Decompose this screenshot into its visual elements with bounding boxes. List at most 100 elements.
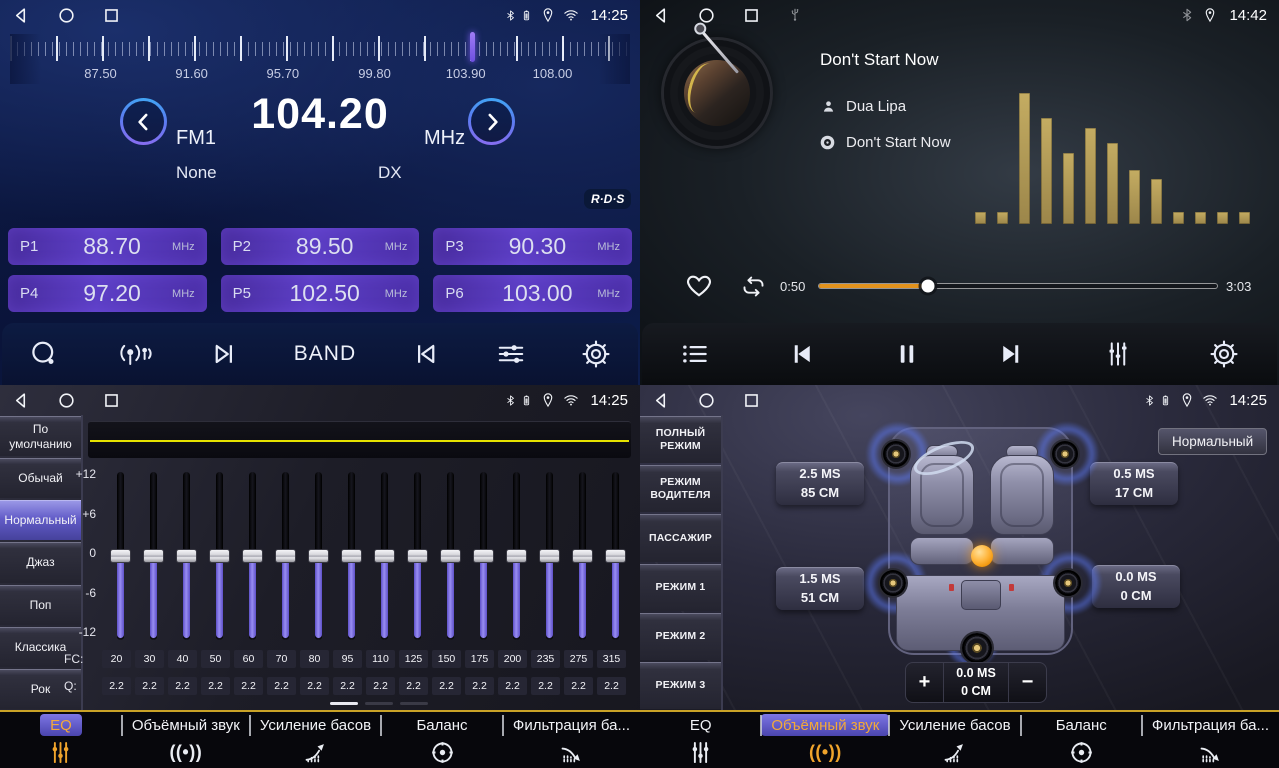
seek-up-button[interactable] <box>468 98 515 145</box>
eq-band-slider[interactable] <box>609 472 622 640</box>
previous-track-button[interactable] <box>786 339 816 369</box>
surround-preset-button[interactable]: Нормальный <box>1158 428 1267 455</box>
tab-balance[interactable]: Баланс <box>1021 712 1142 768</box>
eq-band-slider[interactable] <box>378 472 391 640</box>
eq-slider-thumb[interactable] <box>242 549 263 563</box>
eq-band-slider[interactable] <box>114 472 127 640</box>
settings-button[interactable] <box>1209 339 1239 369</box>
eq-slider-thumb[interactable] <box>341 549 362 563</box>
preset-p2[interactable]: P289.50MHz <box>221 228 420 265</box>
tab-eq[interactable]: EQ <box>640 712 761 768</box>
eq-band-slider[interactable] <box>345 472 358 640</box>
eq-sliders-button[interactable] <box>1103 339 1133 369</box>
mode-3[interactable]: РЕЖИМ 3 <box>640 662 721 709</box>
nav-home-button[interactable] <box>57 6 76 25</box>
nav-back-button[interactable] <box>12 391 31 410</box>
eq-slider-thumb[interactable] <box>440 549 461 563</box>
previous-station-button[interactable] <box>209 339 239 369</box>
fc-value[interactable]: 125 <box>399 650 428 668</box>
fc-value[interactable]: 30 <box>135 650 164 668</box>
eq-band-slider[interactable] <box>279 472 292 640</box>
next-station-button[interactable] <box>411 339 441 369</box>
eq-band-slider[interactable] <box>543 472 556 640</box>
fc-value[interactable]: 150 <box>432 650 461 668</box>
delay-increase-button[interactable]: + <box>906 663 943 702</box>
q-value[interactable]: 2.2 <box>102 677 131 695</box>
tab-eq[interactable]: EQ <box>0 712 122 768</box>
nav-home-button[interactable] <box>697 391 716 410</box>
progress-bar[interactable] <box>818 283 1218 289</box>
nav-recents-button[interactable] <box>102 391 121 410</box>
eq-slider-thumb[interactable] <box>605 549 626 563</box>
nav-back-button[interactable] <box>12 6 31 25</box>
fc-value[interactable]: 60 <box>234 650 263 668</box>
eq-slider-thumb[interactable] <box>506 549 527 563</box>
eq-slider-thumb[interactable] <box>374 549 395 563</box>
fc-value[interactable]: 95 <box>333 650 362 668</box>
eq-band-slider[interactable] <box>444 472 457 640</box>
tuner-dial[interactable]: 87.50 91.60 95.70 99.80 103.90 108.00 <box>10 34 630 84</box>
q-value[interactable]: 2.2 <box>366 677 395 695</box>
eq-band-slider[interactable] <box>477 472 490 640</box>
fc-value[interactable]: 50 <box>201 650 230 668</box>
band-button[interactable]: BAND <box>294 342 356 366</box>
q-value[interactable]: 2.2 <box>201 677 230 695</box>
eq-band-slider[interactable] <box>576 472 589 640</box>
broadcast-button[interactable] <box>114 339 154 369</box>
fc-value[interactable]: 20 <box>102 650 131 668</box>
listening-position-marker[interactable] <box>971 545 993 567</box>
q-value[interactable]: 2.2 <box>135 677 164 695</box>
preset-p3[interactable]: P390.30MHz <box>433 228 632 265</box>
band-scroll-indicator[interactable] <box>330 702 428 705</box>
fc-value[interactable]: 70 <box>267 650 296 668</box>
fc-value[interactable]: 275 <box>564 650 593 668</box>
preset-p4[interactable]: P497.20MHz <box>8 275 207 312</box>
mode-passenger[interactable]: ПАССАЖИР <box>640 514 721 561</box>
eq-slider-thumb[interactable] <box>572 549 593 563</box>
eq-slider-thumb[interactable] <box>308 549 329 563</box>
eq-slider-thumb[interactable] <box>176 549 197 563</box>
eq-slider-thumb[interactable] <box>110 549 131 563</box>
nav-recents-button[interactable] <box>742 391 761 410</box>
tab-filter[interactable]: Фильтрация ба... <box>1142 712 1279 768</box>
tab-surround[interactable]: Объёмный звук ((•)) <box>122 712 250 768</box>
fc-value[interactable]: 315 <box>597 650 626 668</box>
next-track-button[interactable] <box>997 339 1027 369</box>
q-value[interactable]: 2.2 <box>300 677 329 695</box>
nav-recents-button[interactable] <box>742 6 761 25</box>
eq-band-slider[interactable] <box>411 472 424 640</box>
delay-front-right[interactable]: 0.5 MS 17 CM <box>1090 462 1178 505</box>
eq-band-slider[interactable] <box>147 472 160 640</box>
nav-back-button[interactable] <box>652 391 671 410</box>
eq-band-slider[interactable] <box>312 472 325 640</box>
mode-2[interactable]: РЕЖИМ 2 <box>640 613 721 660</box>
eq-slider-thumb[interactable] <box>407 549 428 563</box>
q-value[interactable]: 2.2 <box>267 677 296 695</box>
q-value[interactable]: 2.2 <box>465 677 494 695</box>
q-value[interactable]: 2.2 <box>564 677 593 695</box>
scan-button[interactable] <box>29 339 59 369</box>
q-value[interactable]: 2.2 <box>432 677 461 695</box>
tab-balance[interactable]: Баланс <box>381 712 503 768</box>
pause-button[interactable] <box>892 339 922 369</box>
tab-bass-boost[interactable]: Усиление басов <box>250 712 381 768</box>
preset-p6[interactable]: P6103.00MHz <box>433 275 632 312</box>
nav-home-button[interactable] <box>57 391 76 410</box>
eq-slider-thumb[interactable] <box>275 549 296 563</box>
fc-value[interactable]: 40 <box>168 650 197 668</box>
nav-recents-button[interactable] <box>102 6 121 25</box>
tab-surround[interactable]: Объёмный звук ((•)) <box>761 712 889 768</box>
repeat-button[interactable] <box>740 273 767 300</box>
fc-value[interactable]: 200 <box>498 650 527 668</box>
fc-value[interactable]: 235 <box>531 650 560 668</box>
preset-p5[interactable]: P5102.50MHz <box>221 275 420 312</box>
q-value[interactable]: 2.2 <box>234 677 263 695</box>
tab-bass-boost[interactable]: Усиление басов <box>889 712 1020 768</box>
audio-sliders-button[interactable] <box>496 339 526 369</box>
fc-value[interactable]: 175 <box>465 650 494 668</box>
eq-band-slider[interactable] <box>510 472 523 640</box>
eq-band-slider[interactable] <box>213 472 226 640</box>
settings-button[interactable] <box>581 339 611 369</box>
q-value[interactable]: 2.2 <box>498 677 527 695</box>
eq-slider-thumb[interactable] <box>209 549 230 563</box>
